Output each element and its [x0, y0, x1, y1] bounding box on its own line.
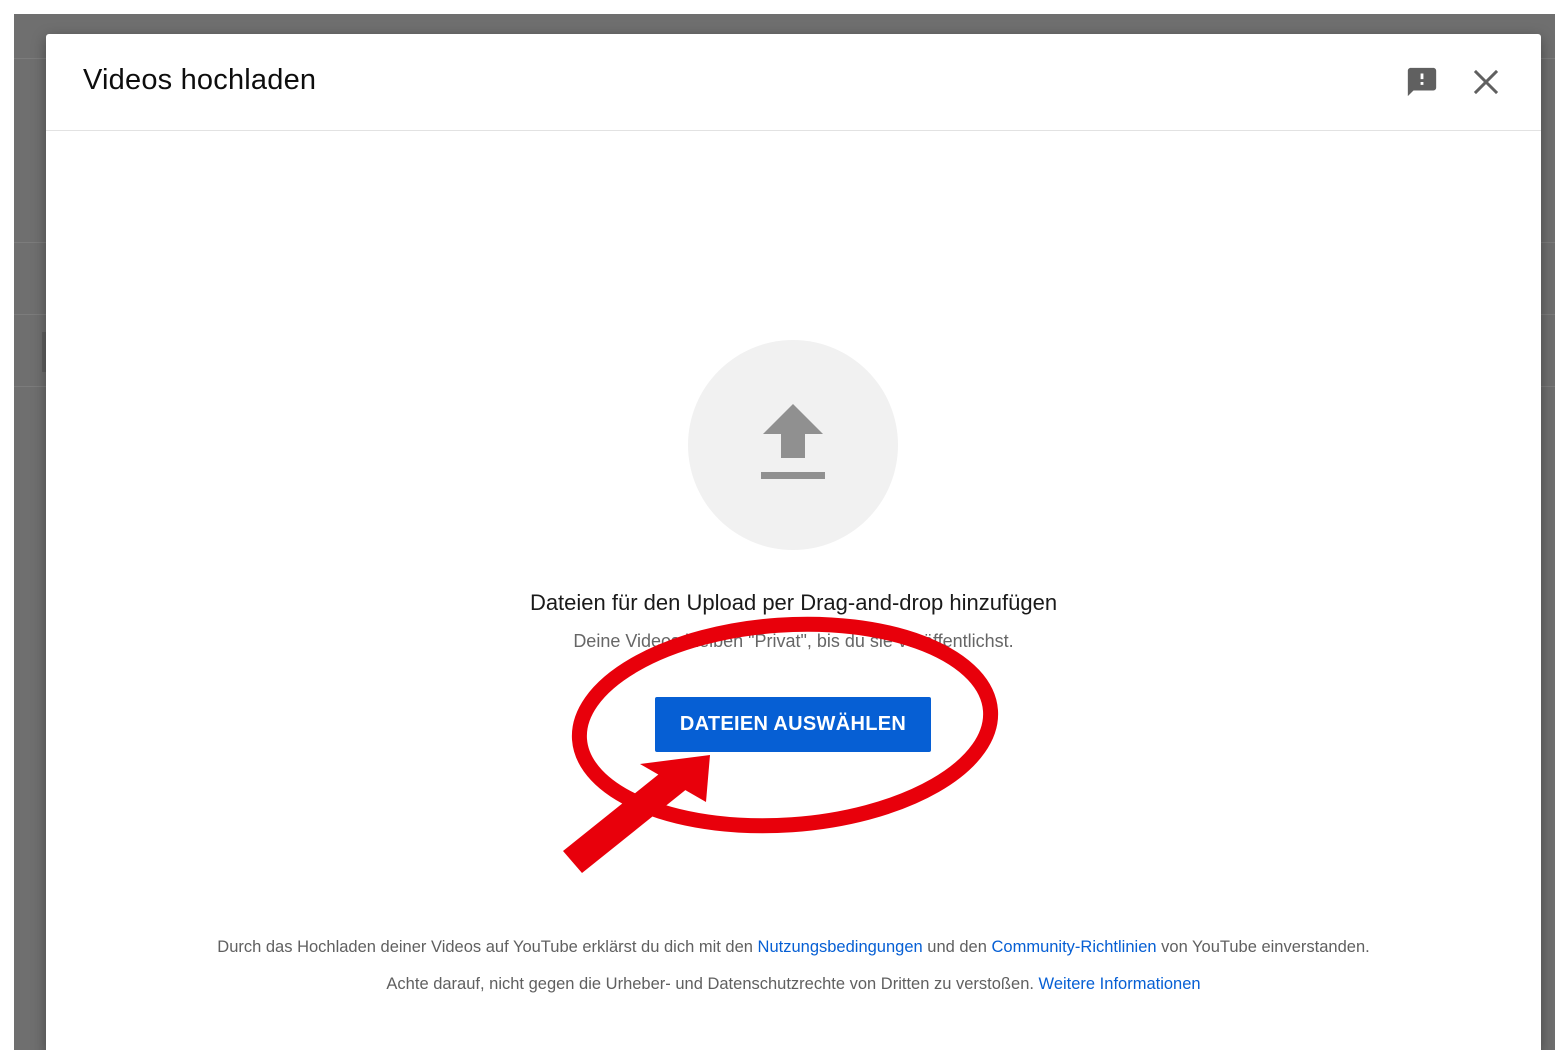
feedback-icon [1407, 67, 1437, 97]
rights-notice: Achte darauf, nicht gegen die Urheber- u… [46, 975, 1541, 994]
drag-drop-instruction: Dateien für den Upload per Drag-and-drop… [529, 590, 1058, 615]
terms-notice: Durch das Hochladen deiner Videos auf Yo… [46, 938, 1541, 957]
upload-arrow-icon [761, 404, 825, 479]
dialog-header: Videos hochladen [46, 34, 1541, 131]
terms-notice-text: von YouTube einverstanden. [1156, 938, 1370, 956]
terms-of-service-link[interactable]: Nutzungsbedingungen [758, 938, 923, 956]
feedback-button[interactable] [1402, 62, 1442, 102]
privacy-note: Deine Videos bleiben "Privat", bis du si… [573, 631, 1014, 651]
dialog-title: Videos hochladen [83, 64, 317, 96]
select-files-button[interactable]: DATEIEN AUSWÄHLEN [655, 697, 931, 752]
terms-notice-text: und den [922, 938, 992, 956]
more-info-link[interactable]: Weitere Informationen [1039, 975, 1201, 993]
community-guidelines-link[interactable]: Community-Richtlinien [992, 938, 1157, 956]
upload-dialog: Videos hochladen Dateien für den Upload … [46, 34, 1541, 1050]
close-button[interactable] [1466, 62, 1506, 102]
terms-notice-text: Durch das Hochladen deiner Videos auf Yo… [217, 938, 758, 956]
close-icon [1473, 69, 1499, 95]
upload-drop-zone[interactable] [688, 340, 898, 550]
rights-notice-text: Achte darauf, nicht gegen die Urheber- u… [386, 975, 1039, 993]
